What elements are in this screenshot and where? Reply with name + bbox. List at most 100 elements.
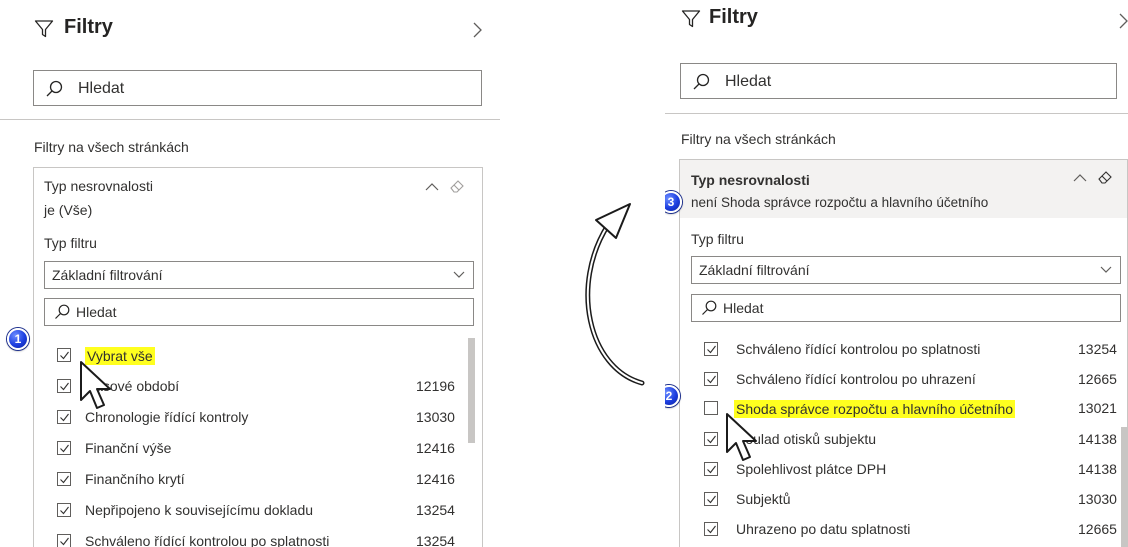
value-search-input[interactable]: Hledat	[44, 298, 474, 326]
list-item-label: Schváleno řídící kontrolou po uhrazení	[736, 371, 976, 387]
checkbox[interactable]	[704, 372, 718, 386]
list-item-count: 12416	[416, 471, 455, 487]
checkbox[interactable]	[704, 492, 718, 506]
checkbox[interactable]	[57, 410, 71, 424]
checkbox-check-icon	[60, 382, 69, 391]
filter-type-label: Typ filtru	[44, 235, 97, 251]
search-icon	[693, 73, 710, 90]
filter-pane-header: Filtry	[665, 0, 1128, 50]
list-item-count: 12196	[416, 378, 455, 394]
list-item[interactable]: Finanční výše 12416	[57, 434, 462, 464]
chevron-up-icon[interactable]	[1073, 173, 1087, 183]
list-item-count: 13254	[1078, 341, 1117, 357]
filter-icon	[681, 10, 701, 28]
filter-icon	[34, 20, 54, 38]
card-subtitle: není Shoda správce rozpočtu a hlavního ú…	[691, 195, 989, 210]
checkbox-check-icon	[707, 465, 716, 474]
search-icon	[702, 300, 717, 315]
checkbox-check-icon	[60, 475, 69, 484]
checkbox[interactable]	[57, 534, 71, 547]
checkbox[interactable]	[57, 348, 71, 362]
checkbox-check-icon	[60, 413, 69, 422]
pane-title: Filtry	[709, 6, 758, 28]
checkbox[interactable]	[704, 401, 718, 415]
list-item[interactable]: Soulad otisků subjektu 14138	[704, 425, 1119, 455]
checkbox[interactable]	[57, 472, 71, 486]
checkbox[interactable]	[57, 503, 71, 517]
checkbox-check-icon	[707, 345, 716, 354]
checkbox-check-icon	[707, 435, 716, 444]
list-scrollbar[interactable]	[468, 338, 475, 443]
chevron-down-icon	[453, 271, 465, 278]
chevron-right-icon[interactable]	[472, 21, 484, 39]
list-item[interactable]: Subjektů 13030	[704, 485, 1119, 515]
checkbox[interactable]	[704, 432, 718, 446]
filter-pane-before: Filtry Hledat Filtry na všech stránkách …	[0, 0, 500, 547]
checkbox[interactable]	[704, 342, 718, 356]
list-item-label: Finanční výše	[85, 440, 172, 456]
card-title[interactable]: Typ nesrovnalosti	[691, 172, 810, 188]
list-item[interactable]: Nepřipojeno k souvisejícímu dokladu 1325…	[57, 496, 462, 526]
list-item-count: 12665	[1078, 521, 1117, 537]
checkbox[interactable]	[57, 441, 71, 455]
filter-type-dropdown[interactable]: Základní filtrování	[691, 256, 1121, 284]
filter-pane-after: Filtry Hledat Filtry na všech stránkách …	[665, 0, 1128, 547]
list-scrollbar[interactable]	[1121, 427, 1127, 547]
filter-type-label: Typ filtru	[691, 231, 744, 247]
list-item-count: 13030	[416, 409, 455, 425]
list-item-label: Finančního krytí	[85, 471, 185, 487]
section-label: Filtry na všech stránkách	[34, 139, 189, 155]
checkbox[interactable]	[704, 522, 718, 536]
list-item-label: Uhrazeno po datu splatnosti	[736, 521, 911, 537]
checkbox-check-icon	[707, 525, 716, 534]
value-search-input[interactable]: Hledat	[691, 294, 1121, 322]
filter-type-value: Základní filtrování	[52, 267, 163, 283]
divider	[0, 119, 500, 120]
checkbox-check-icon	[707, 375, 716, 384]
checkbox-check-icon	[60, 444, 69, 453]
checkbox-check-icon	[707, 495, 716, 504]
list-item[interactable]: Uhrazeno po datu splatnosti 12665	[704, 515, 1119, 545]
list-item-count: 13021	[1078, 400, 1117, 416]
filter-type-dropdown[interactable]: Základní filtrování	[44, 261, 474, 289]
pane-search-input[interactable]: Hledat	[680, 63, 1117, 99]
section-label: Filtry na všech stránkách	[681, 131, 836, 147]
list-item[interactable]: Schváleno řídící kontrolou po uhrazení 1…	[704, 365, 1127, 395]
checkbox-check-icon	[60, 351, 69, 360]
list-item[interactable]: Schváleno řídící kontrolou po splatnosti…	[704, 335, 1127, 365]
list-item[interactable]: Chronologie řídící kontroly 13030	[57, 403, 462, 433]
list-item-count: 13254	[416, 533, 455, 547]
filter-card: Typ nesrovnalosti je (Vše) Typ filtru Zá…	[33, 167, 483, 547]
search-icon	[55, 304, 70, 319]
chevron-right-icon[interactable]	[1118, 12, 1128, 30]
list-item[interactable]: Finančního krytí 12416	[57, 465, 462, 495]
filter-type-value: Základní filtrování	[699, 262, 810, 278]
list-item-label: Schváleno řídící kontrolou po splatnosti	[736, 341, 981, 357]
step-badge-1: 1	[7, 328, 29, 350]
chevron-up-icon[interactable]	[425, 182, 439, 192]
list-item-select-all[interactable]: Vybrat vše	[57, 341, 462, 371]
search-icon	[46, 80, 63, 97]
list-item-unchecked[interactable]: Shoda správce rozpočtu a hlavního účetní…	[704, 394, 1127, 424]
list-item-count: 14138	[1078, 461, 1117, 477]
checkbox-check-icon	[60, 506, 69, 515]
eraser-icon[interactable]	[449, 179, 465, 193]
value-search-placeholder: Hledat	[76, 304, 117, 320]
eraser-icon[interactable]	[1097, 170, 1113, 184]
checkbox[interactable]	[704, 462, 718, 476]
chevron-down-icon	[1100, 266, 1112, 273]
list-item-count: 12416	[416, 440, 455, 456]
checkbox[interactable]	[57, 379, 71, 393]
divider	[665, 113, 1128, 114]
mouse-cursor-icon	[726, 413, 757, 461]
value-search-placeholder: Hledat	[723, 300, 764, 316]
list-item-count: 13254	[416, 502, 455, 518]
list-item[interactable]: Spolehlivost plátce DPH 14138	[704, 455, 1119, 485]
step-badge-2: 2	[665, 385, 680, 407]
list-item[interactable]: Schváleno řídící kontrolou po splatnosti…	[57, 527, 462, 547]
list-item-label: Shoda správce rozpočtu a hlavního účetní…	[734, 400, 1016, 418]
list-item[interactable]: Časové období 12196	[57, 372, 462, 402]
filter-card: Typ nesrovnalosti není Shoda správce roz…	[679, 159, 1128, 547]
pane-search-input[interactable]: Hledat	[33, 70, 482, 106]
card-title[interactable]: Typ nesrovnalosti	[44, 178, 153, 194]
